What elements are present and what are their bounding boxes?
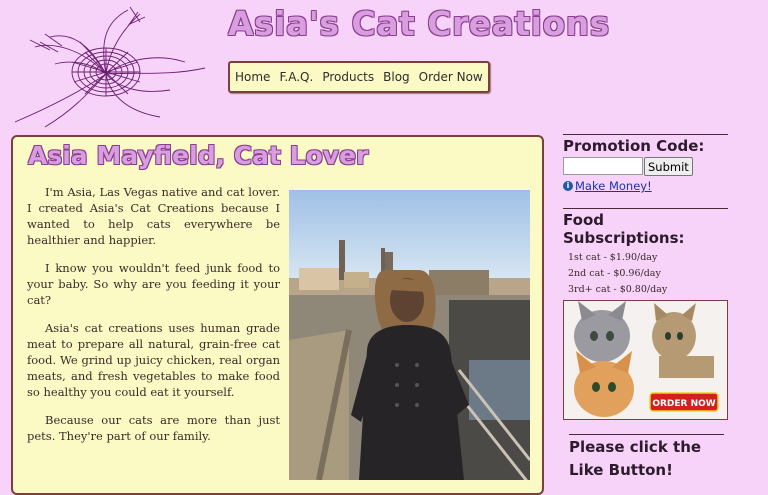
- price-list: 1st cat - $1.90/day 2nd cat - $0.96/day …: [568, 250, 728, 298]
- price-item: 3rd+ cat - $0.80/day: [568, 284, 668, 295]
- like-prompt-line-2: Like Button!: [569, 461, 673, 479]
- order-now-button[interactable]: ORDER NOW: [652, 399, 715, 409]
- main-content-panel: Asia Mayfield, Cat Lover I'm Asia, Las V…: [11, 135, 544, 495]
- nav-order-now[interactable]: Order Now: [419, 70, 483, 84]
- paragraph-2: I know you wouldn't feed junk food to yo…: [27, 261, 280, 307]
- nav-products[interactable]: Products: [322, 70, 374, 84]
- promo-form: Submit: [563, 157, 728, 176]
- make-money-row: i Make Money!: [563, 179, 728, 193]
- food-subscriptions-title: Food Subscriptions:: [563, 211, 685, 247]
- price-item: 2nd cat - $0.96/day: [568, 268, 661, 279]
- promo-code-input[interactable]: [563, 157, 643, 175]
- like-divider: [569, 434, 724, 435]
- food-subscriptions-widget: Food Subscriptions: 1st cat - $1.90/day …: [563, 208, 728, 424]
- page-title: Asia Mayfield, Cat Lover: [28, 141, 369, 170]
- cat-sketch-logo[interactable]: [10, 2, 220, 130]
- promo-title: Promotion Code:: [563, 137, 705, 155]
- kittens-order-banner[interactable]: ORDER NOW: [563, 300, 728, 420]
- food-divider: [563, 208, 728, 209]
- nav-home[interactable]: Home: [235, 70, 270, 84]
- make-money-link[interactable]: Make Money!: [575, 179, 652, 193]
- intro-text: I'm Asia, Las Vegas native and cat lover…: [27, 184, 280, 456]
- like-widget: Please click the Like Button!: [569, 433, 724, 481]
- promo-submit-button[interactable]: Submit: [644, 157, 693, 176]
- nav-blog[interactable]: Blog: [383, 70, 410, 84]
- info-icon: i: [563, 181, 573, 191]
- paragraph-4: Because our cats are more than just pets…: [27, 413, 280, 443]
- paragraph-3: Asia's cat creations uses human grade me…: [27, 321, 280, 399]
- price-item: 1st cat - $1.90/day: [568, 252, 658, 263]
- author-photo: [289, 190, 530, 480]
- paragraph-1: I'm Asia, Las Vegas native and cat lover…: [27, 185, 280, 247]
- site-title[interactable]: Asia's Cat Creations: [228, 4, 610, 43]
- promo-divider: [563, 134, 728, 135]
- main-nav: Home F.A.Q. Products Blog Order Now: [228, 61, 490, 93]
- like-prompt-line-1: Please click the: [569, 438, 702, 456]
- promo-widget: Promotion Code: Submit i Make Money!: [563, 134, 728, 193]
- nav-faq[interactable]: F.A.Q.: [279, 70, 313, 84]
